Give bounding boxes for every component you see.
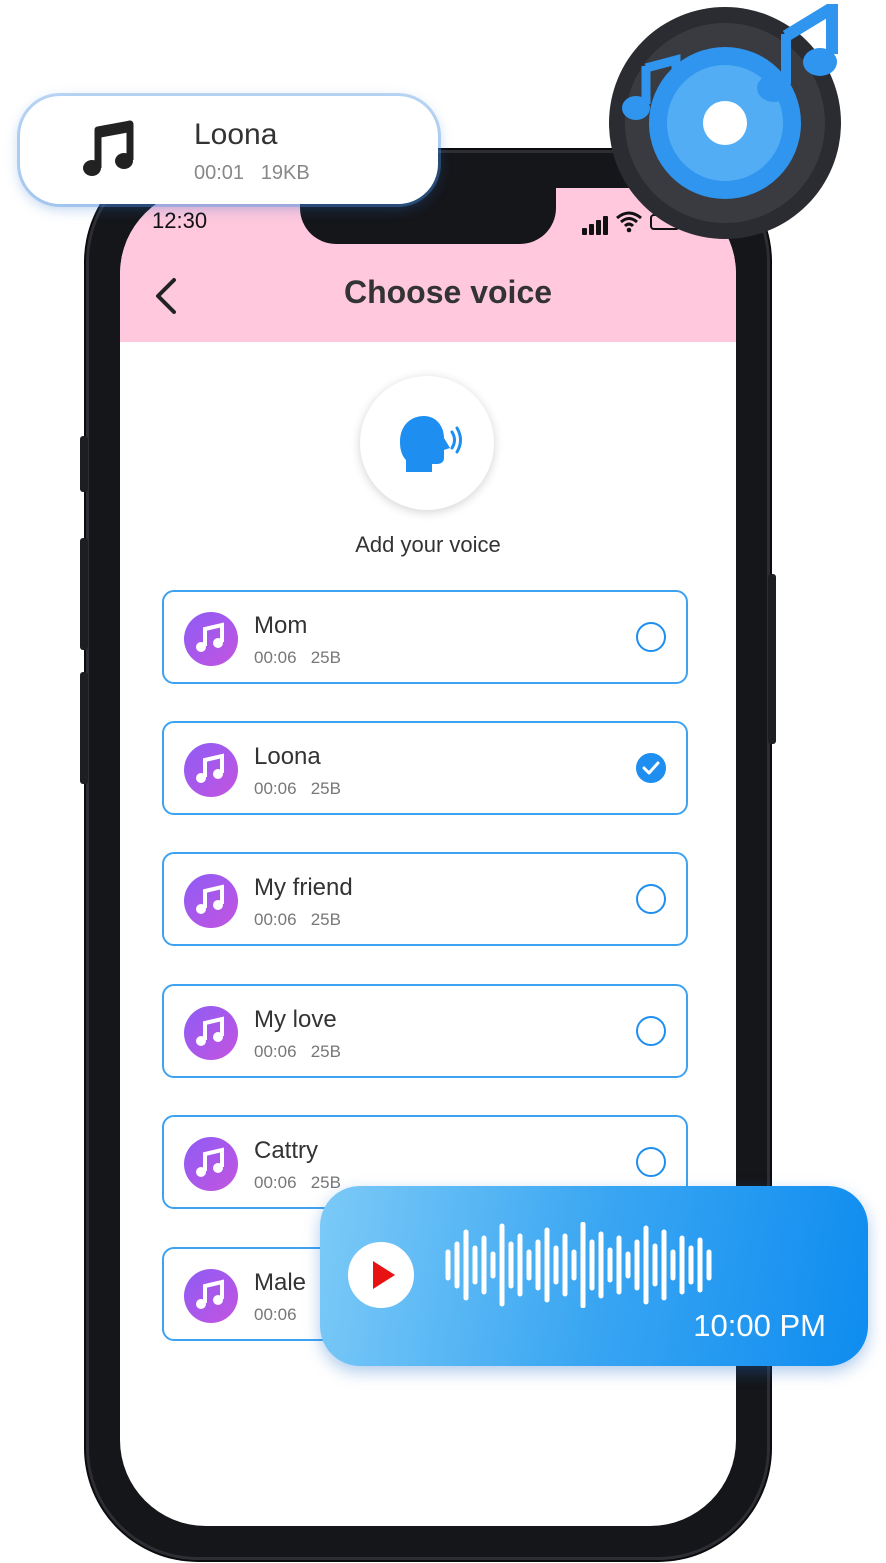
voice-size: 25B (310, 1173, 341, 1192)
voice-name: My love (254, 1006, 337, 1033)
phone-mute-switch (80, 436, 88, 492)
voice-meta: 00:06 25B (254, 1173, 341, 1193)
voice-size: 25B (310, 779, 341, 798)
phone-volume-up (80, 538, 88, 650)
voice-name: Mom (254, 612, 308, 639)
now-playing-title: Loona (194, 118, 278, 151)
voice-meta: 00:06 25B (254, 1042, 341, 1062)
music-note-icon (184, 1269, 238, 1323)
now-playing-card: Loona 00:01 19KB (20, 96, 438, 204)
voice-meta: 00:06 25B (254, 779, 341, 799)
voice-duration: 00:06 (254, 648, 297, 667)
music-note-icon (83, 120, 134, 176)
voice-name: Loona (254, 743, 321, 770)
voice-duration: 00:06 (254, 779, 297, 798)
voice-name: Cattry (254, 1137, 319, 1164)
voice-name: Male (254, 1269, 307, 1296)
voice-duration: 00:06 (254, 1042, 297, 1061)
voice-duration: 00:06 (254, 1305, 297, 1324)
status-time: 12:30 (152, 208, 208, 233)
now-playing-duration: 00:01 (194, 162, 245, 184)
checkmark-icon (642, 761, 660, 775)
voice-meta: 00:06 (254, 1305, 297, 1325)
voice-duration: 00:06 (254, 1173, 297, 1192)
voice-name: My friend (254, 874, 353, 901)
music-note-icon (184, 612, 238, 666)
voice-size: 25B (310, 1042, 341, 1061)
phone-power-button (768, 574, 776, 744)
audio-message-card[interactable]: 10:00 PM (320, 1186, 868, 1366)
voice-meta: 00:06 25B (254, 648, 341, 668)
voice-item-mom[interactable]: Mom 00:06 25B (162, 590, 688, 684)
now-playing-meta: 00:01 19KB (194, 162, 310, 185)
music-note-icon (184, 874, 238, 928)
music-note-icon (184, 1137, 238, 1191)
now-playing-size: 19KB (260, 162, 310, 184)
play-icon (373, 1261, 395, 1289)
music-disc-icon (609, 4, 841, 239)
music-note-icon (184, 1006, 238, 1060)
radio-unchecked[interactable] (636, 884, 666, 914)
waveform-icon (445, 1222, 712, 1308)
phone-volume-down (80, 672, 88, 784)
add-voice-button[interactable] (360, 376, 494, 510)
voice-item-my-love[interactable]: My love 00:06 25B (162, 984, 688, 1078)
radio-checked[interactable] (636, 753, 666, 783)
radio-unchecked[interactable] (636, 1016, 666, 1046)
radio-unchecked[interactable] (636, 622, 666, 652)
voice-duration: 00:06 (254, 910, 297, 929)
voice-meta: 00:06 25B (254, 910, 341, 930)
music-note-icon (184, 743, 238, 797)
page-title: Choose voice (343, 274, 553, 310)
add-voice-label: Add your voice (355, 532, 501, 557)
radio-unchecked[interactable] (636, 1147, 666, 1177)
speaking-head-icon (400, 416, 462, 472)
voice-size: 25B (310, 910, 341, 929)
audio-message-time: 10:00 PM (693, 1308, 826, 1343)
voice-item-loona[interactable]: Loona 00:06 25B (162, 721, 688, 815)
voice-item-my-friend[interactable]: My friend 00:06 25B (162, 852, 688, 946)
voice-size: 25B (310, 648, 341, 667)
play-button[interactable] (348, 1242, 414, 1308)
